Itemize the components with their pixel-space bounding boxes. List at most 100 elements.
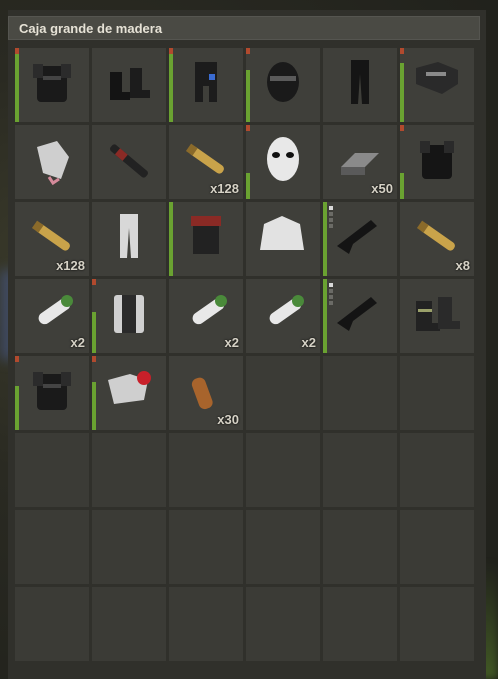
inventory-slot[interactable]: x50	[323, 125, 397, 199]
inventory-slot[interactable]: x8	[400, 202, 474, 276]
condition-bar	[169, 202, 173, 276]
assault-rifle-icon	[337, 297, 377, 331]
condition-damage-bar	[246, 48, 250, 54]
inventory-slot[interactable]	[400, 279, 474, 353]
condition-damage-bar	[15, 356, 19, 362]
inventory-slot[interactable]	[246, 125, 320, 199]
condition-damage-bar	[169, 48, 173, 54]
inventory-slot[interactable]	[92, 48, 166, 122]
inventory-slot[interactable]: x128	[15, 202, 89, 276]
empty-slot[interactable]	[400, 510, 474, 584]
item-quantity: x128	[210, 181, 239, 196]
chest-plate-icon	[420, 141, 454, 179]
empty-slot[interactable]	[15, 433, 89, 507]
item-quantity: x2	[301, 335, 316, 350]
loot-panel: Caja grande de madera x128 x50 x128 x8 x2 x2 x…	[8, 10, 486, 679]
inventory-slot[interactable]: x2	[169, 279, 243, 353]
condition-bar	[323, 202, 327, 276]
condition-bar	[400, 173, 404, 199]
empty-slot[interactable]	[400, 356, 474, 430]
empty-slot[interactable]	[92, 510, 166, 584]
boots-icon	[110, 68, 150, 100]
pants-icon	[351, 60, 369, 104]
condition-bar	[92, 381, 96, 430]
empty-slot[interactable]	[323, 356, 397, 430]
heavy-boots-icon	[416, 297, 460, 331]
container-title: Caja grande de madera	[19, 21, 163, 36]
flashlight-icon	[110, 144, 148, 178]
condition-bar	[400, 62, 404, 122]
ammo-indicator	[329, 283, 333, 307]
condition-bar	[92, 312, 96, 353]
empty-slot[interactable]	[246, 510, 320, 584]
assault-rifle-icon	[337, 220, 377, 254]
inventory-slot[interactable]	[246, 202, 320, 276]
empty-slot[interactable]	[169, 587, 243, 661]
inventory-slot[interactable]: x2	[246, 279, 320, 353]
ammo-indicator	[329, 206, 333, 230]
inventory-slot[interactable]	[169, 48, 243, 122]
container-header: Caja grande de madera	[8, 16, 480, 40]
item-quantity: x8	[455, 258, 470, 273]
empty-slot[interactable]	[246, 356, 320, 430]
inventory-slot[interactable]: x30	[169, 356, 243, 430]
item-quantity: x128	[56, 258, 85, 273]
empty-slot[interactable]	[92, 433, 166, 507]
empty-slot[interactable]	[169, 510, 243, 584]
inventory-slot[interactable]: x2	[15, 279, 89, 353]
empty-slot[interactable]	[15, 510, 89, 584]
salvaged-tool-icon	[108, 371, 151, 404]
condition-bar	[15, 385, 19, 430]
empty-slot[interactable]	[92, 587, 166, 661]
item-quantity: x50	[371, 181, 393, 196]
inventory-slot[interactable]	[323, 48, 397, 122]
bucket-helmet-icon	[191, 216, 221, 254]
roadsign-kilt-icon	[195, 62, 217, 102]
inventory-slot[interactable]	[169, 202, 243, 276]
inventory-slot[interactable]	[92, 202, 166, 276]
inventory-slot[interactable]	[92, 356, 166, 430]
condition-bar	[246, 173, 250, 199]
empty-slot[interactable]	[323, 587, 397, 661]
empty-slot[interactable]	[400, 587, 474, 661]
condition-damage-bar	[15, 48, 19, 54]
metal-facemask-icon	[267, 62, 299, 102]
empty-slot[interactable]	[246, 433, 320, 507]
condition-bar	[169, 51, 173, 122]
inventory-slot[interactable]	[323, 279, 397, 353]
condition-bar	[323, 279, 327, 353]
metal-vest-icon	[114, 295, 144, 333]
hoodie-icon	[260, 216, 304, 250]
inventory-slot[interactable]	[400, 125, 474, 199]
inventory-slot[interactable]	[15, 125, 89, 199]
inventory-slot[interactable]	[15, 48, 89, 122]
condition-bar	[15, 51, 19, 122]
condition-damage-bar	[246, 125, 250, 131]
roadsign-jacket-icon	[416, 62, 458, 94]
condition-damage-bar	[92, 279, 96, 285]
gloves-icon	[37, 141, 69, 186]
metal-chest-plate-icon	[33, 64, 71, 102]
hazmat-pants-icon	[120, 214, 138, 258]
inventory-slot[interactable]	[246, 48, 320, 122]
empty-slot[interactable]	[246, 587, 320, 661]
inventory-slot[interactable]	[92, 125, 166, 199]
empty-slot[interactable]	[323, 433, 397, 507]
condition-damage-bar	[400, 48, 404, 54]
item-quantity: x30	[217, 412, 239, 427]
inventory-slot[interactable]	[92, 279, 166, 353]
item-quantity: x2	[224, 335, 239, 350]
inventory-slot[interactable]	[400, 48, 474, 122]
condition-bar	[246, 70, 250, 122]
empty-slot[interactable]	[169, 433, 243, 507]
condition-damage-bar	[92, 356, 96, 362]
hockey-mask-icon	[267, 137, 299, 181]
inventory-slot[interactable]	[323, 202, 397, 276]
metal-chest-plate-icon	[33, 372, 71, 410]
inventory-slot[interactable]	[15, 356, 89, 430]
empty-slot[interactable]	[323, 510, 397, 584]
empty-slot[interactable]	[400, 433, 474, 507]
empty-slot[interactable]	[15, 587, 89, 661]
inventory-slot[interactable]: x128	[169, 125, 243, 199]
condition-damage-bar	[400, 125, 404, 131]
